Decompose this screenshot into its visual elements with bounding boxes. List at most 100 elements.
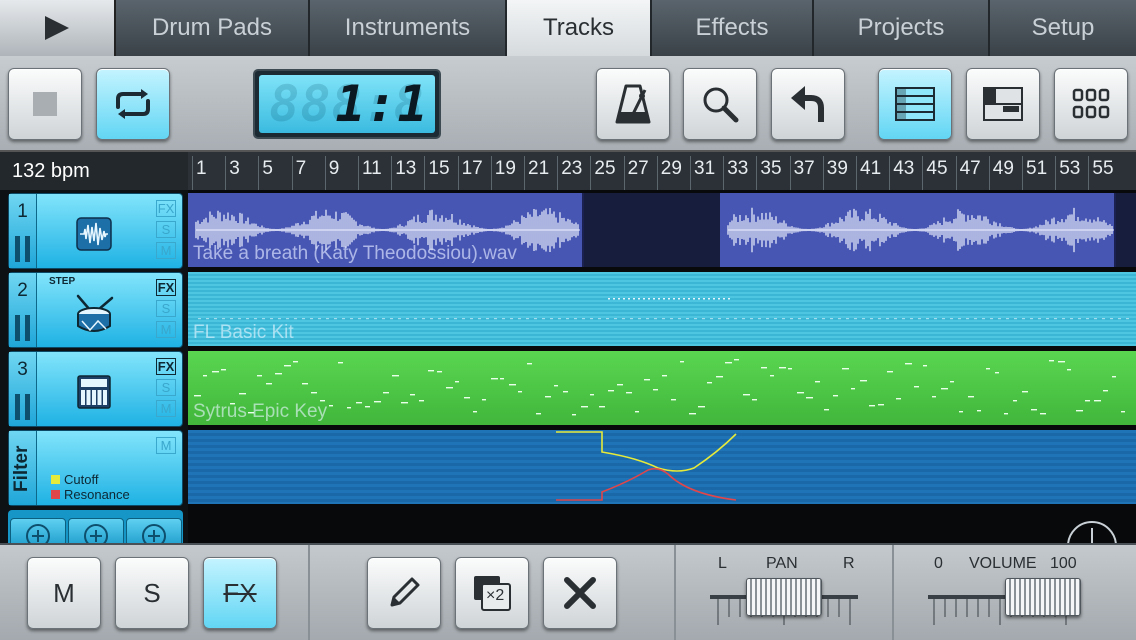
fx-button[interactable]: FX bbox=[203, 557, 277, 629]
synth-note bbox=[275, 373, 282, 375]
synth-note bbox=[365, 406, 370, 408]
pattern-note bbox=[618, 298, 620, 300]
pattern-note bbox=[698, 298, 700, 300]
step-label: STEP bbox=[49, 276, 76, 287]
pattern-note bbox=[286, 318, 289, 320]
zoom-button[interactable] bbox=[683, 68, 757, 140]
synth-note bbox=[617, 384, 623, 386]
view-piano-roll-button[interactable] bbox=[966, 68, 1040, 140]
play-button[interactable] bbox=[0, 0, 116, 56]
synth-note bbox=[977, 410, 981, 412]
timeline-ruler[interactable]: 1 3 5 7 9 11 13 15 17 19 21 23 25 27 29 31 33 35 37 39 41 43 4… bbox=[188, 152, 1136, 190]
pattern-note bbox=[942, 318, 945, 320]
track-fx-button[interactable]: FX bbox=[156, 200, 176, 217]
track-solo-button[interactable]: S bbox=[156, 221, 176, 238]
solo-button[interactable]: S bbox=[115, 557, 189, 629]
track-mute-button[interactable]: M bbox=[156, 437, 176, 454]
pattern-note bbox=[718, 298, 720, 300]
track-header-3[interactable]: 3 FX S M bbox=[8, 351, 183, 427]
ruler-tick-line bbox=[856, 156, 857, 190]
track-header-1[interactable]: 1 FX S M bbox=[8, 193, 183, 269]
track-mute-button[interactable]: M bbox=[156, 321, 176, 338]
synth-note bbox=[203, 375, 207, 377]
pattern-note bbox=[643, 298, 645, 300]
lane-3[interactable]: Sytrus Epic Key bbox=[188, 351, 1136, 425]
track-header-2[interactable]: 2 STEP FX S M bbox=[8, 272, 183, 348]
track-solo-button[interactable]: S bbox=[156, 300, 176, 317]
add-audio-button[interactable] bbox=[126, 518, 182, 543]
add-track-button[interactable] bbox=[10, 518, 66, 543]
pan-slider-handle[interactable] bbox=[746, 578, 822, 616]
tab-setup[interactable]: Setup bbox=[990, 0, 1136, 56]
pattern-note bbox=[862, 318, 865, 320]
undo-button[interactable] bbox=[771, 68, 845, 140]
automation-header-filter[interactable]: Filter M Cutoff Resonance bbox=[8, 430, 183, 506]
synth-note bbox=[482, 399, 486, 401]
track-list-icon bbox=[895, 87, 935, 121]
pattern-note bbox=[430, 318, 433, 320]
volume-slider-handle[interactable] bbox=[1005, 578, 1082, 616]
tempo-display[interactable]: 132 bpm bbox=[0, 152, 188, 190]
stop-button[interactable] bbox=[8, 68, 82, 140]
tab-instruments[interactable]: Instruments bbox=[310, 0, 507, 56]
view-pads-button[interactable] bbox=[1054, 68, 1128, 140]
tab-tracks[interactable]: Tracks bbox=[507, 0, 652, 56]
pattern-note bbox=[846, 318, 849, 320]
track-fx-button[interactable]: FX bbox=[156, 279, 176, 296]
pattern-note bbox=[646, 318, 649, 320]
pattern-note bbox=[470, 318, 473, 320]
ruler-tick-label: 45 bbox=[926, 158, 948, 179]
synth-note bbox=[428, 370, 434, 372]
ruler-tick-label: 5 bbox=[262, 158, 273, 179]
tab-drum-pads[interactable]: Drum Pads bbox=[116, 0, 310, 56]
pattern-note bbox=[830, 318, 833, 320]
track-mute-button[interactable]: M bbox=[156, 242, 176, 259]
pattern-note bbox=[222, 318, 225, 320]
track-mute-button[interactable]: M bbox=[156, 400, 176, 417]
track-solo-button[interactable]: S bbox=[156, 379, 176, 396]
pattern-note bbox=[710, 318, 713, 320]
synth-note bbox=[1058, 361, 1065, 363]
synth-note bbox=[905, 363, 912, 365]
add-automation-button[interactable] bbox=[68, 518, 124, 543]
pattern-note bbox=[806, 318, 809, 320]
delete-button[interactable] bbox=[543, 557, 617, 629]
pattern-note bbox=[1038, 318, 1041, 320]
track-fx-button[interactable]: FX bbox=[156, 358, 176, 375]
synth-note bbox=[914, 386, 919, 388]
lane-automation[interactable] bbox=[188, 430, 1136, 504]
pattern-note bbox=[590, 318, 593, 320]
synth-note bbox=[806, 397, 813, 399]
volume-max-label: 100 bbox=[1050, 555, 1077, 572]
view-tracks-button[interactable] bbox=[878, 68, 952, 140]
synth-note bbox=[491, 378, 498, 380]
lane-1[interactable]: Take a breath (Katy Theodossiou).wav bbox=[188, 193, 1136, 267]
pattern-note bbox=[606, 318, 609, 320]
synth-note bbox=[221, 369, 226, 371]
pattern-note bbox=[326, 318, 329, 320]
clone-button[interactable]: ×2 bbox=[455, 557, 529, 629]
tab-effects[interactable]: Effects bbox=[652, 0, 814, 56]
draw-tool-button[interactable] bbox=[367, 557, 441, 629]
stop-icon bbox=[33, 92, 57, 116]
synth-note bbox=[743, 394, 750, 396]
playlist-area[interactable]: Take a breath (Katy Theodossiou).wav FL … bbox=[188, 190, 1136, 543]
cutoff-curve bbox=[556, 431, 737, 472]
pattern-note bbox=[1006, 318, 1009, 320]
pattern-note bbox=[886, 318, 889, 320]
synth-note bbox=[887, 371, 893, 373]
loop-button[interactable] bbox=[96, 68, 170, 140]
ruler-tick-line bbox=[490, 156, 492, 190]
metronome-button[interactable] bbox=[596, 68, 670, 140]
pattern-note bbox=[486, 318, 489, 320]
lane-2[interactable]: FL Basic Kit bbox=[188, 272, 1136, 346]
ruler-tick-label: 47 bbox=[959, 158, 981, 179]
synth-note bbox=[383, 392, 389, 394]
scroll-position-icon[interactable] bbox=[1064, 518, 1120, 543]
pattern-note bbox=[750, 318, 753, 320]
main-tab-bar: Drum Pads Instruments Tracks Effects Pro… bbox=[0, 0, 1136, 56]
tab-projects[interactable]: Projects bbox=[814, 0, 990, 56]
mute-button[interactable]: M bbox=[27, 557, 101, 629]
ruler-tick-label: 27 bbox=[627, 158, 649, 179]
synth-note bbox=[536, 413, 541, 415]
